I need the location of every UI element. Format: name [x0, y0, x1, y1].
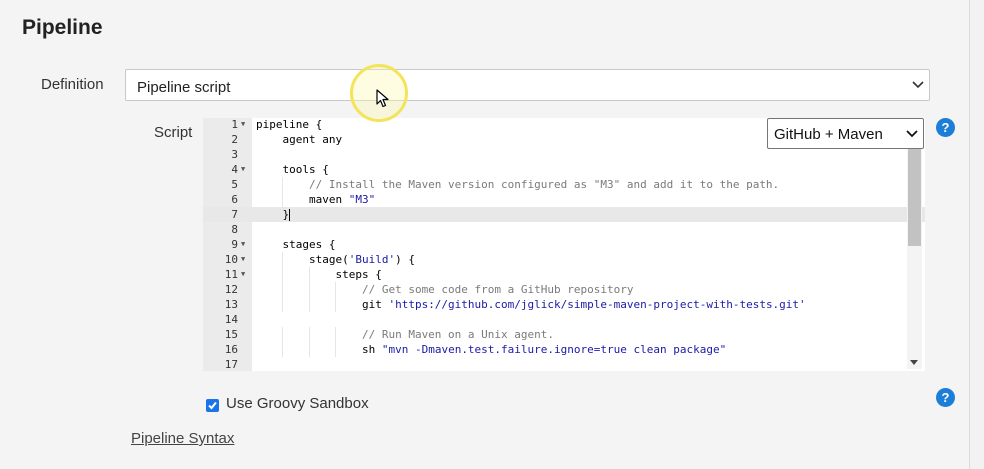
- line-number: 13: [224, 298, 238, 311]
- pipeline-syntax-link[interactable]: Pipeline Syntax: [131, 430, 234, 447]
- code-text: steps {: [256, 268, 382, 281]
- code-lines: 1 ▼ pipeline {2 agent any 3 4 ▼ tools {5 // I…: [203, 118, 925, 371]
- chevron-down-icon: [906, 130, 918, 138]
- code-line[interactable]: 15 // Run Maven on a Unix agent.: [203, 327, 925, 342]
- code-text: maven "M3": [256, 193, 376, 206]
- sample-script-select[interactable]: GitHub + Maven: [767, 118, 924, 149]
- code-line[interactable]: 14: [203, 312, 925, 327]
- line-number: 16: [224, 343, 238, 356]
- code-line[interactable]: 8: [203, 222, 925, 237]
- fold-arrow-icon[interactable]: ▼: [241, 118, 245, 132]
- code-line[interactable]: 17: [203, 357, 925, 371]
- line-number: 8: [231, 223, 238, 236]
- line-number: 9: [231, 238, 238, 251]
- code-line[interactable]: 4 ▼ tools {: [203, 162, 925, 177]
- line-number: 7: [231, 208, 238, 221]
- line-number: 6: [231, 193, 238, 206]
- script-editor[interactable]: 1 ▼ pipeline {2 agent any 3 4 ▼ tools {5 // I…: [203, 118, 925, 371]
- code-text: stages {: [256, 238, 336, 251]
- groovy-sandbox-checkbox[interactable]: [206, 399, 219, 412]
- code-text: // Install the Maven version configured …: [256, 178, 780, 191]
- code-text: pipeline {: [256, 118, 323, 131]
- editor-scrollbar[interactable]: [907, 148, 922, 369]
- help-icon[interactable]: ?: [936, 118, 955, 137]
- help-icon[interactable]: ?: [936, 388, 955, 407]
- mouse-pointer-icon: [376, 89, 389, 108]
- code-text: git 'https://github.com/jglick/simple-ma…: [256, 298, 806, 311]
- sample-script-value: GitHub + Maven: [774, 126, 883, 143]
- code-line[interactable]: 10 ▼ stage('Build') {: [203, 252, 925, 267]
- code-line[interactable]: 3: [203, 147, 925, 162]
- code-text: // Run Maven on a Unix agent.: [256, 328, 555, 341]
- fold-arrow-icon[interactable]: ▼: [241, 252, 245, 267]
- line-number: 15: [224, 328, 238, 341]
- line-number: 17: [224, 358, 238, 371]
- fold-arrow-icon[interactable]: ▼: [241, 162, 245, 177]
- code-line[interactable]: 9 ▼ stages {: [203, 237, 925, 252]
- line-number: 2: [231, 133, 238, 146]
- code-line[interactable]: 7 }: [203, 207, 925, 222]
- definition-label: Definition: [41, 76, 104, 93]
- code-text: sh "mvn -Dmaven.test.failure.ignore=true…: [256, 343, 727, 356]
- code-line[interactable]: 16 sh "mvn -Dmaven.test.failure.ignore=t…: [203, 342, 925, 357]
- code-line[interactable]: 12 // Get some code from a GitHub reposi…: [203, 282, 925, 297]
- scroll-down-icon[interactable]: [910, 360, 918, 365]
- fold-arrow-icon[interactable]: ▼: [241, 267, 245, 282]
- line-number: 1: [231, 118, 238, 131]
- pipeline-panel: Pipeline Definition Pipeline script Scri…: [0, 0, 970, 469]
- code-line[interactable]: 6 maven "M3": [203, 192, 925, 207]
- script-label: Script: [154, 124, 193, 141]
- code-text: }: [256, 208, 291, 221]
- code-text: // Get some code from a GitHub repositor…: [256, 283, 634, 296]
- code-text: stage('Build') {: [256, 253, 415, 266]
- code-text: agent any: [256, 133, 343, 146]
- groovy-sandbox-label[interactable]: Use Groovy Sandbox: [226, 395, 369, 412]
- text-caret: [289, 209, 291, 221]
- line-number: 4: [231, 163, 238, 176]
- line-number: 12: [224, 283, 238, 296]
- line-number: 3: [231, 148, 238, 161]
- code-text: tools {: [256, 163, 329, 176]
- page-title: Pipeline: [22, 16, 103, 39]
- code-line[interactable]: 11 ▼ steps {: [203, 267, 925, 282]
- line-number: 11: [224, 268, 238, 281]
- code-line[interactable]: 13 git 'https://github.com/jglick/simple…: [203, 297, 925, 312]
- chevron-down-icon: [912, 81, 924, 89]
- line-number: 5: [231, 178, 238, 191]
- line-number: 10: [224, 253, 238, 266]
- line-number: 14: [224, 313, 238, 326]
- definition-select-value: Pipeline script: [137, 79, 231, 96]
- code-line[interactable]: 5 // Install the Maven version configure…: [203, 177, 925, 192]
- scrollbar-thumb[interactable]: [908, 148, 921, 246]
- check-icon: [208, 401, 217, 410]
- fold-arrow-icon[interactable]: ▼: [241, 237, 245, 252]
- definition-select[interactable]: Pipeline script: [125, 69, 930, 101]
